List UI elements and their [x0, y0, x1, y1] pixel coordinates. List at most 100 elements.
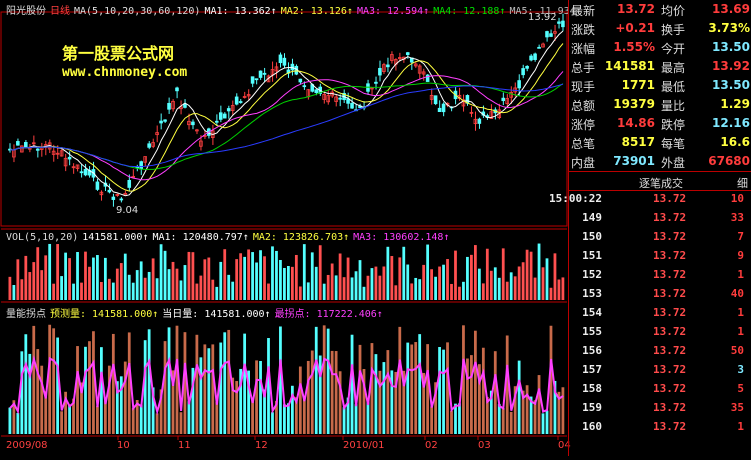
volume-bar [430, 269, 434, 300]
indicator-bar [358, 344, 362, 434]
indicator-bar [119, 376, 123, 434]
volume-bar [167, 269, 171, 300]
volume-bar [553, 253, 557, 300]
volume-bar [44, 255, 48, 300]
quote-label: 涨跌 [571, 23, 596, 37]
indicator-bar [382, 362, 386, 434]
candle-body [338, 97, 342, 100]
indicator-header: 量能拐点 预测量: 141581.000↑ 当日量: 141581.000↑ 最拐点:… [6, 305, 387, 320]
volume-bar [466, 256, 469, 300]
trade-row[interactable]: 151 13.72 9 [569, 249, 751, 268]
quote-value: +0.21 [615, 21, 655, 35]
indicator-bar [501, 408, 505, 434]
chart-area[interactable]: 阳光股份 日线 MA(5,10,20,30,60,120) MA1: 13.362↑ M… [0, 0, 582, 456]
x-axis-label: 2010/01 [343, 440, 385, 451]
candle-body [521, 68, 525, 76]
trade-time: 152 [582, 268, 602, 281]
candle-body [254, 78, 259, 81]
candle-body [111, 196, 116, 200]
volume-bar [163, 250, 167, 300]
candle-body [262, 72, 267, 75]
period-label[interactable]: 日线 [50, 6, 70, 17]
quote-value: 13.50 [712, 40, 750, 54]
candle-body [175, 87, 179, 92]
volume-bar [135, 270, 139, 300]
trade-row[interactable]: 149 13.72 33 [569, 211, 751, 230]
volume-bar [438, 266, 441, 300]
volume-bar [521, 262, 525, 300]
volume-bar [255, 262, 258, 300]
vol-ma1: MA1: 120480.797↑ [152, 232, 249, 243]
trade-row[interactable]: 155 13.72 1 [569, 325, 751, 344]
trade-row[interactable]: 15:00:22 13.72 10 [549, 192, 751, 211]
volume-bar [32, 262, 36, 300]
candle-body [561, 20, 565, 28]
quote-value: 73901 [613, 154, 655, 168]
trade-row[interactable]: 153 13.72 40 [569, 287, 751, 306]
quote-side-panel: 最新 13.72 均价 13.69 涨跌 +0.21 换手 3.73% 涨幅 1.55% 今开 13.… [549, 0, 751, 456]
trade-row[interactable]: 160 13.72 1 [569, 420, 751, 439]
volume-bar [203, 259, 207, 300]
detail-button[interactable]: 细 [737, 175, 748, 191]
trade-row[interactable]: 157 13.72 3 [569, 363, 751, 382]
indicator-bar [378, 370, 382, 434]
indicator-bar [283, 404, 286, 434]
trade-time: 157 [582, 363, 602, 376]
volume-bar [24, 255, 28, 300]
volume-bar [283, 267, 286, 300]
indicator-bar [470, 355, 473, 434]
trade-row[interactable]: 159 13.72 35 [569, 401, 751, 420]
trade-row[interactable]: 158 13.72 5 [569, 382, 751, 401]
indicator-bar [370, 343, 374, 434]
trade-price: 13.72 [653, 268, 687, 281]
trade-row[interactable]: 154 13.72 1 [569, 306, 751, 325]
volume-bar [525, 249, 529, 300]
indicator-bar [326, 328, 330, 434]
candle-body [290, 63, 295, 71]
trade-time: 150 [582, 230, 602, 243]
volume-bar [362, 286, 366, 300]
volume-bar [402, 246, 406, 300]
volume-bar [215, 286, 219, 300]
volume-bar [267, 283, 270, 300]
ma-header: 阳光股份 日线 MA(5,10,20,30,60,120) MA1: 13.362↑ M… [6, 2, 586, 17]
indicator-bar [561, 387, 565, 434]
quote-row: 涨幅 1.55% 今开 13.50 [569, 40, 751, 59]
quote-value: 1771 [621, 78, 655, 92]
volume-bar [290, 266, 294, 300]
volume-bar [76, 252, 79, 300]
volume-bar [298, 286, 302, 300]
candle-body [533, 53, 537, 60]
quote-value: 141581 [604, 59, 655, 73]
indicator-bar [139, 404, 143, 434]
trade-price: 13.72 [653, 420, 687, 433]
volume-bar [326, 274, 330, 300]
volume-bar [446, 259, 449, 300]
trade-volume: 3 [737, 363, 744, 376]
volume-bar [306, 282, 310, 300]
trade-time: 151 [582, 249, 602, 262]
quote-label: 跌停 [661, 118, 686, 132]
indicator-bar [32, 325, 36, 434]
candle-body [16, 141, 20, 146]
candle-body [234, 96, 239, 105]
volume-bar [406, 264, 410, 300]
volume-bar [390, 256, 394, 300]
trade-row[interactable]: 152 13.72 1 [569, 268, 751, 287]
indicator-bar [179, 412, 183, 434]
trade-time: 153 [582, 287, 602, 300]
volume-bar [398, 257, 402, 300]
indicator-bar [52, 328, 56, 434]
volume-bar [147, 271, 151, 300]
volume-bar [414, 277, 418, 300]
quote-row: 涨跌 +0.21 换手 3.73% [569, 21, 751, 40]
x-axis-label: 02 [425, 440, 438, 451]
candle-body [226, 108, 231, 112]
trade-time: 156 [582, 344, 602, 357]
indicator-bar [442, 349, 445, 434]
trade-price: 13.72 [653, 363, 687, 376]
trade-row[interactable]: 150 13.72 7 [569, 230, 751, 249]
trade-volume: 9 [737, 249, 744, 262]
trade-row[interactable]: 156 13.72 50 [569, 344, 751, 363]
volume-bar [318, 245, 322, 300]
